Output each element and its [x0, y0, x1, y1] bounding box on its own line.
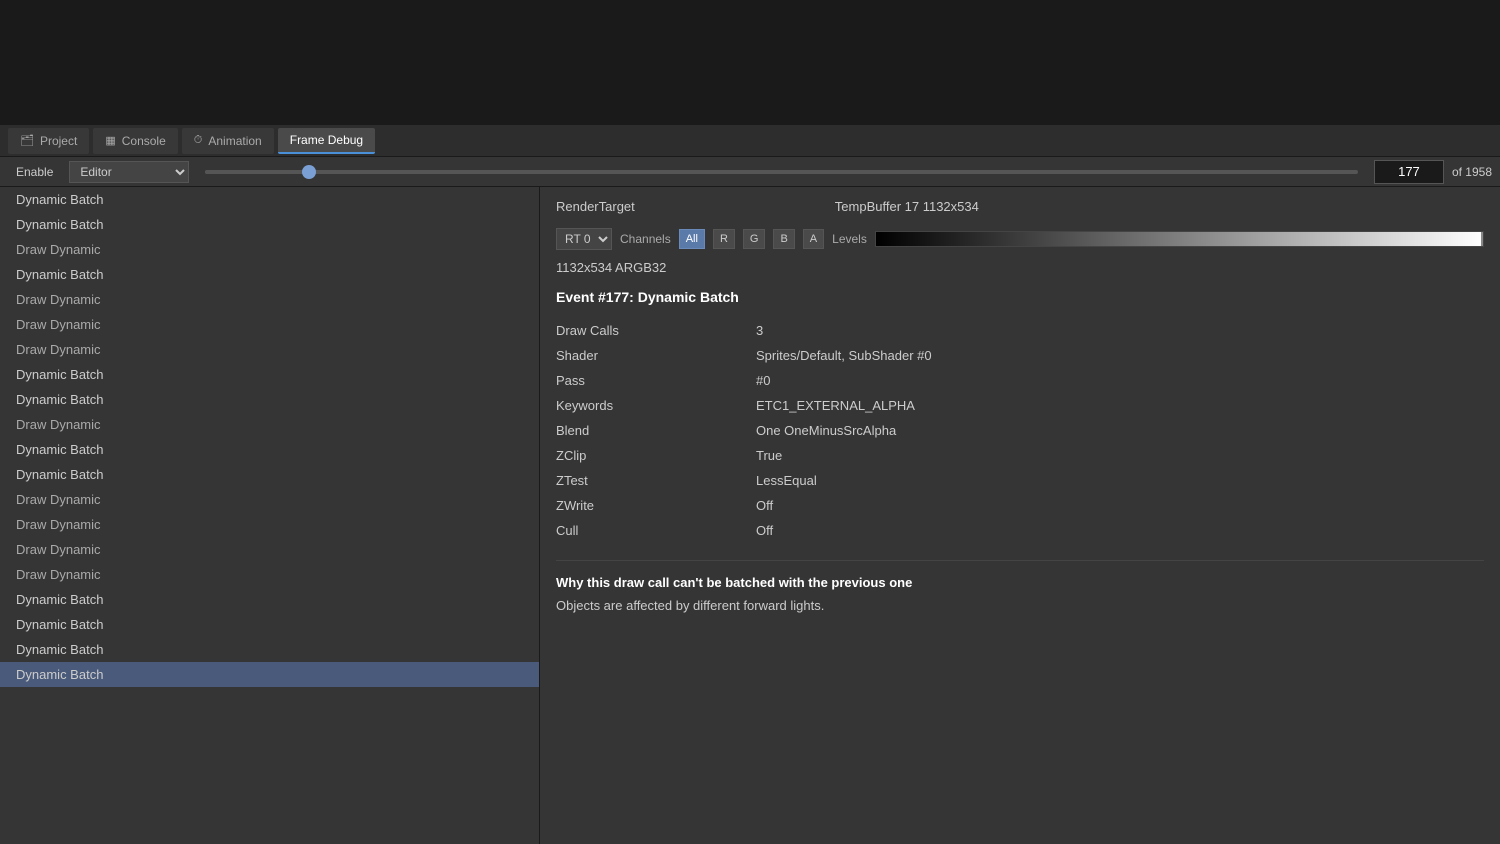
channel-all-button[interactable]: All	[679, 229, 705, 249]
levels-fill	[876, 232, 1483, 246]
batch-warning: Why this draw call can't be batched with…	[556, 575, 1484, 590]
left-panel: Dynamic BatchDynamic BatchDraw DynamicDy…	[0, 187, 540, 844]
tab-animation[interactable]: ⏱ Animation	[182, 128, 274, 154]
event-title: Event #177: Dynamic Batch	[556, 289, 1484, 305]
tab-console[interactable]: ▦ Console	[93, 128, 177, 154]
render-target-value: TempBuffer 17 1132x534	[835, 199, 979, 214]
of-total-label: of 1958	[1452, 165, 1492, 179]
prop-key-7: ZWrite	[556, 496, 756, 515]
levels-track[interactable]	[875, 231, 1484, 247]
list-item-15[interactable]: Draw Dynamic	[0, 562, 539, 587]
batch-reason: Objects are affected by different forwar…	[556, 598, 1484, 613]
format-text: 1132x534 ARGB32	[556, 260, 1484, 275]
prop-value-6: LessEqual	[756, 471, 1484, 490]
list-item-7[interactable]: Dynamic Batch	[0, 362, 539, 387]
enable-label: Enable	[8, 163, 61, 181]
render-target-row: RenderTarget TempBuffer 17 1132x534	[556, 199, 1484, 214]
prop-value-5: True	[756, 446, 1484, 465]
prop-key-0: Draw Calls	[556, 321, 756, 340]
animation-icon: ⏱	[194, 134, 203, 147]
prop-value-7: Off	[756, 496, 1484, 515]
list-item-10[interactable]: Dynamic Batch	[0, 437, 539, 462]
list-item-9[interactable]: Draw Dynamic	[0, 412, 539, 437]
slider-thumb[interactable]	[302, 165, 316, 179]
event-list[interactable]: Dynamic BatchDynamic BatchDraw DynamicDy…	[0, 187, 539, 844]
frame-slider-track[interactable]	[205, 170, 1358, 174]
slider-fill	[205, 170, 309, 174]
channel-a-button[interactable]: A	[803, 229, 824, 249]
channel-g-button[interactable]: G	[743, 229, 766, 249]
prop-key-2: Pass	[556, 371, 756, 390]
channels-row: RT 0 Channels All R G B A Levels	[556, 228, 1484, 250]
list-item-17[interactable]: Dynamic Batch	[0, 612, 539, 637]
tab-frame-debug[interactable]: Frame Debug	[278, 128, 375, 154]
tab-frame-debug-label: Frame Debug	[290, 133, 363, 147]
render-target-label: RenderTarget	[556, 199, 635, 214]
toolbar: Enable Editor 177 of 1958	[0, 157, 1500, 187]
list-item-18[interactable]: Dynamic Batch	[0, 637, 539, 662]
channels-label: Channels	[620, 232, 671, 246]
levels-label: Levels	[832, 232, 867, 246]
prop-key-1: Shader	[556, 346, 756, 365]
prop-value-2: #0	[756, 371, 1484, 390]
channel-r-button[interactable]: R	[713, 229, 735, 249]
list-item-16[interactable]: Dynamic Batch	[0, 587, 539, 612]
list-item-11[interactable]: Dynamic Batch	[0, 462, 539, 487]
rt-select[interactable]: RT 0	[556, 228, 612, 250]
prop-value-4: One OneMinusSrcAlpha	[756, 421, 1484, 440]
right-panel: RenderTarget TempBuffer 17 1132x534 RT 0…	[540, 187, 1500, 844]
list-item-1[interactable]: Dynamic Batch	[0, 212, 539, 237]
property-grid: Draw Calls3ShaderSprites/Default, SubSha…	[556, 321, 1484, 540]
list-item-14[interactable]: Draw Dynamic	[0, 537, 539, 562]
list-item-5[interactable]: Draw Dynamic	[0, 312, 539, 337]
prop-value-8: Off	[756, 521, 1484, 540]
frame-slider-container	[197, 170, 1366, 174]
prop-value-3: ETC1_EXTERNAL_ALPHA	[756, 396, 1484, 415]
tab-console-label: Console	[122, 134, 166, 148]
main-content: Dynamic BatchDynamic BatchDraw DynamicDy…	[0, 187, 1500, 844]
prop-key-4: Blend	[556, 421, 756, 440]
divider	[556, 560, 1484, 561]
list-item-13[interactable]: Draw Dynamic	[0, 512, 539, 537]
prop-key-6: ZTest	[556, 471, 756, 490]
top-bar	[0, 0, 1500, 125]
levels-marker	[1481, 232, 1483, 246]
prop-key-8: Cull	[556, 521, 756, 540]
editor-select[interactable]: Editor	[69, 161, 189, 183]
list-item-6[interactable]: Draw Dynamic	[0, 337, 539, 362]
list-item-4[interactable]: Draw Dynamic	[0, 287, 539, 312]
tab-project-label: Project	[40, 134, 77, 148]
folder-icon: 🗂	[20, 134, 34, 147]
list-item-0[interactable]: Dynamic Batch	[0, 187, 539, 212]
console-icon: ▦	[105, 134, 115, 147]
list-item-19[interactable]: Dynamic Batch	[0, 662, 539, 687]
list-item-12[interactable]: Draw Dynamic	[0, 487, 539, 512]
list-item-8[interactable]: Dynamic Batch	[0, 387, 539, 412]
tab-animation-label: Animation	[208, 134, 261, 148]
list-item-2[interactable]: Draw Dynamic	[0, 237, 539, 262]
list-item-3[interactable]: Dynamic Batch	[0, 262, 539, 287]
tab-bar: 🗂 Project ▦ Console ⏱ Animation Frame De…	[0, 125, 1500, 157]
prop-key-5: ZClip	[556, 446, 756, 465]
channel-b-button[interactable]: B	[773, 229, 794, 249]
prop-key-3: Keywords	[556, 396, 756, 415]
tab-project[interactable]: 🗂 Project	[8, 128, 89, 154]
prop-value-0: 3	[756, 321, 1484, 340]
prop-value-1: Sprites/Default, SubShader #0	[756, 346, 1484, 365]
frame-number-input[interactable]: 177	[1374, 160, 1444, 184]
